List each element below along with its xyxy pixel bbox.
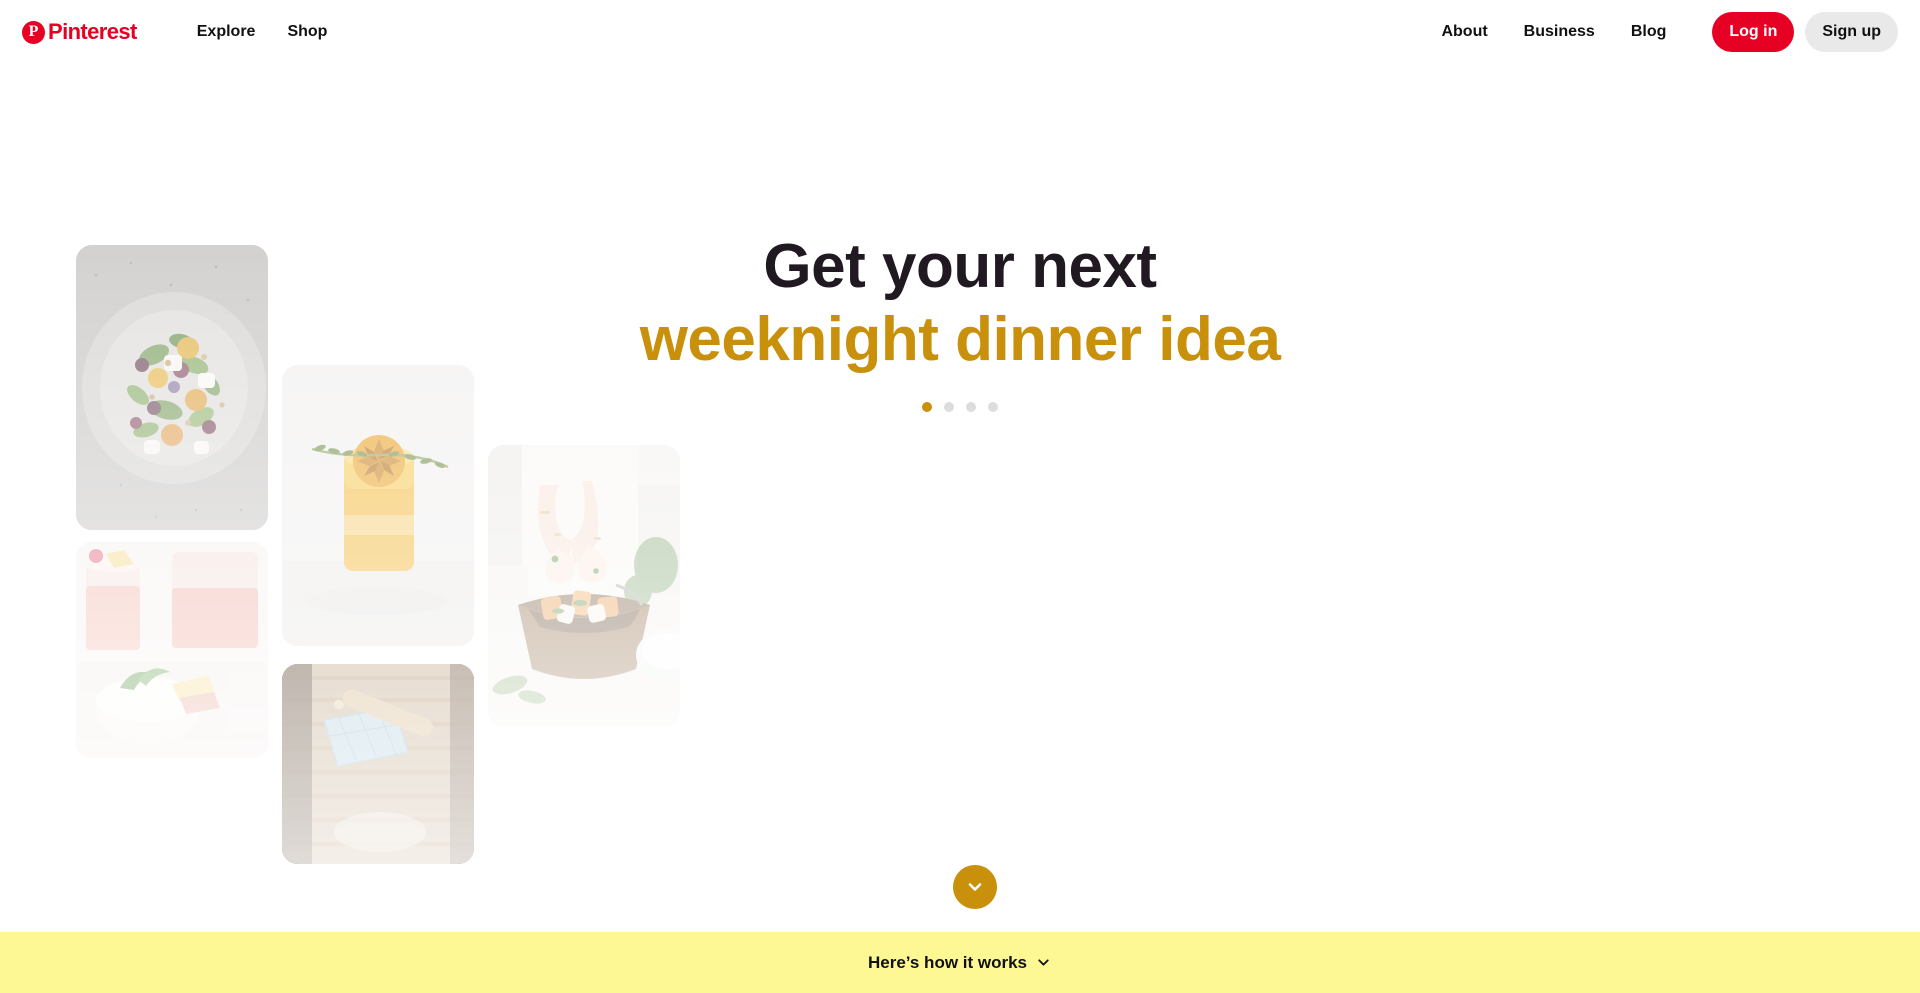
pinterest-wordmark: Pinterest xyxy=(48,19,137,44)
hands-wooden-bowl-icon xyxy=(488,445,680,726)
collage-image-beet-salad-plate[interactable] xyxy=(76,245,268,530)
header-right-nav: About Business Blog Log in Sign up xyxy=(1425,12,1920,52)
carousel-dot-4[interactable] xyxy=(988,402,998,413)
nav-link-explore[interactable]: Explore xyxy=(181,15,272,49)
how-it-works-toggle[interactable]: Here’s how it works xyxy=(868,953,1052,973)
carousel-dot-1[interactable] xyxy=(922,402,932,413)
nav-link-shop[interactable]: Shop xyxy=(271,15,343,49)
rolling-pin-potholder-icon xyxy=(282,664,474,864)
carousel-dot-3[interactable] xyxy=(966,402,976,413)
nav-link-business[interactable]: Business xyxy=(1508,15,1611,49)
nav-link-about[interactable]: About xyxy=(1425,15,1503,49)
beet-salad-plate-icon xyxy=(76,245,268,530)
collage-image-pink-lemonade-drinks[interactable] xyxy=(76,542,268,758)
collage-image-rolling-pin-potholder[interactable] xyxy=(282,664,474,864)
hero-image-collage xyxy=(0,0,1920,993)
how-it-works-bar: Here’s how it works xyxy=(0,932,1920,993)
chevron-down-icon xyxy=(1038,959,1049,966)
signup-button[interactable]: Sign up xyxy=(1805,12,1898,52)
scroll-down-button[interactable] xyxy=(953,865,997,909)
how-it-works-label: Here’s how it works xyxy=(867,952,1028,972)
pinterest-logo-icon: P xyxy=(22,20,45,44)
site-header: P Pinterest Explore Shop About Business … xyxy=(0,0,1920,64)
collage-image-hands-wooden-bowl[interactable] xyxy=(488,445,680,726)
nav-link-blog[interactable]: Blog xyxy=(1615,15,1683,49)
login-button[interactable]: Log in xyxy=(1712,12,1795,52)
hero-carousel-dots xyxy=(0,402,1920,413)
pink-lemonade-drinks-icon xyxy=(76,542,268,758)
pinterest-logo[interactable]: P Pinterest xyxy=(22,19,137,45)
chevron-down-icon xyxy=(968,883,982,891)
header-left-nav: P Pinterest Explore Shop xyxy=(0,15,343,49)
carousel-dot-2[interactable] xyxy=(944,402,954,413)
